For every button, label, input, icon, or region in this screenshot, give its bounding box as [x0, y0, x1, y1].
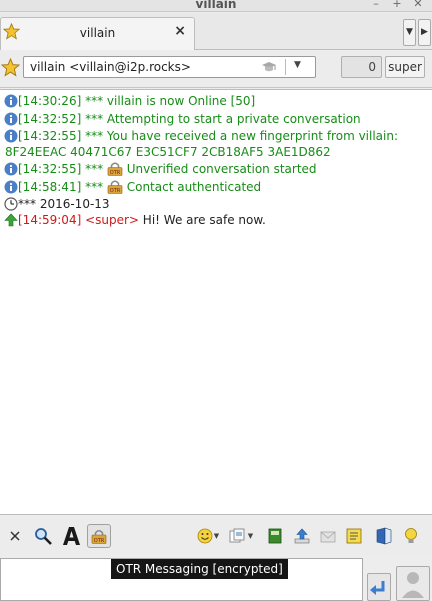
contact-bar: villain <villain@i2p.rocks> ▼ 0 super — [0, 51, 432, 88]
tab-scroll-right[interactable]: ▶ — [418, 19, 431, 46]
tab-list-dropdown[interactable]: ▼ — [403, 19, 416, 46]
magnifier-icon — [35, 528, 52, 545]
log-timestamp: [14:32:52] — [18, 112, 82, 126]
log-nick: <super> — [81, 213, 139, 227]
otr-unverified-icon: OTR — [107, 161, 123, 180]
svg-text:OTR: OTR — [110, 170, 121, 176]
info-icon — [4, 162, 18, 180]
window-titlebar: villain – + ✕ — [0, 0, 432, 12]
files-icon — [229, 528, 245, 543]
lightbulb-icon — [405, 528, 417, 543]
log-text: Unverified conversation started — [122, 162, 317, 176]
tab-villain[interactable]: villain × — [0, 17, 195, 50]
log-text: *** villain is now Online [50] — [81, 94, 256, 108]
log-timestamp: [14:32:55] — [18, 162, 82, 176]
envelope-icon — [320, 531, 336, 543]
log-text: *** Attempting to start a private conver… — [81, 112, 361, 126]
send-file-button[interactable]: ▼ — [227, 524, 255, 548]
font-icon — [63, 527, 80, 545]
tips-button[interactable] — [399, 524, 423, 548]
clear-button[interactable] — [3, 524, 27, 548]
log-line: [14:32:55] *** OTR Unverified conversati… — [4, 161, 317, 180]
svg-text:OTR: OTR — [110, 188, 121, 194]
log-timestamp: [14:32:55] — [18, 129, 82, 143]
user-avatar-icon — [402, 572, 424, 598]
window-title: villain — [195, 0, 237, 11]
maximize-button[interactable]: + — [390, 0, 404, 10]
star-icon — [0, 57, 21, 80]
otr-lock-icon: OTR — [91, 530, 107, 544]
arrow-up-icon — [4, 213, 18, 231]
contact-select-value: villain <villain@i2p.rocks> — [30, 60, 191, 74]
log-timestamp: [14:58:41] — [18, 180, 82, 194]
log-text: Hi! We are safe now. — [138, 213, 266, 227]
log-timestamp: [14:30:26] — [18, 94, 82, 108]
avatar[interactable] — [396, 566, 430, 601]
tab-label: villain — [79, 26, 116, 40]
info-button[interactable] — [372, 524, 396, 548]
date-separator: *** 2016-10-13 — [18, 197, 110, 211]
font-button[interactable] — [59, 524, 83, 548]
close-window-button[interactable]: ✕ — [411, 0, 425, 10]
upload-icon — [294, 528, 310, 544]
contact-select[interactable]: villain <villain@i2p.rocks> ▼ — [23, 56, 316, 78]
chevron-down-icon: ▼ — [294, 60, 301, 70]
log-prefix: *** — [81, 180, 107, 194]
note-icon — [346, 528, 362, 544]
log-line: [14:59:04] <super> Hi! We are safe now. — [4, 212, 266, 231]
info-icon — [4, 94, 18, 112]
clear-icon — [10, 531, 20, 541]
vcard-icon — [376, 527, 392, 545]
unread-count: 0 — [341, 56, 382, 78]
upload-button[interactable] — [290, 524, 314, 548]
otr-tooltip: OTR Messaging [encrypted] — [111, 559, 288, 579]
find-button[interactable] — [31, 524, 55, 548]
pgp-button[interactable] — [316, 524, 340, 548]
minimize-button[interactable]: – — [369, 0, 383, 10]
send-button[interactable] — [367, 573, 391, 601]
chat-log[interactable]: [14:30:26] *** villain is now Online [50… — [0, 89, 432, 515]
status-button[interactable]: super — [385, 56, 425, 78]
book-icon — [268, 528, 282, 544]
note-button[interactable] — [342, 524, 366, 548]
tab-bar: villain × ▼ ▶ — [0, 13, 432, 50]
fingerprint-line: 8F24EEAC 40471C67 E3C51CF7 2CB18AF5 3AE1… — [5, 145, 331, 159]
otr-button[interactable]: OTR — [87, 524, 111, 548]
roster-exchange-button[interactable] — [263, 524, 287, 548]
log-text: Contact authenticated — [122, 180, 262, 194]
smiley-icon — [197, 528, 213, 544]
log-text: *** You have received a new fingerprint … — [81, 129, 399, 143]
enter-icon — [370, 581, 385, 595]
chat-toolbar: OTR ▼ ▼ — [0, 516, 432, 556]
graduation-cap-icon — [261, 60, 277, 77]
log-line: [14:30:26] *** villain is now Online [50… — [4, 93, 255, 112]
log-prefix: *** — [81, 162, 107, 176]
log-timestamp: [14:59:04] — [18, 213, 82, 227]
tab-close-icon[interactable]: × — [174, 23, 186, 39]
star-icon — [2, 22, 21, 43]
svg-text:OTR: OTR — [94, 538, 105, 544]
emoticons-button[interactable]: ▼ — [193, 524, 223, 548]
